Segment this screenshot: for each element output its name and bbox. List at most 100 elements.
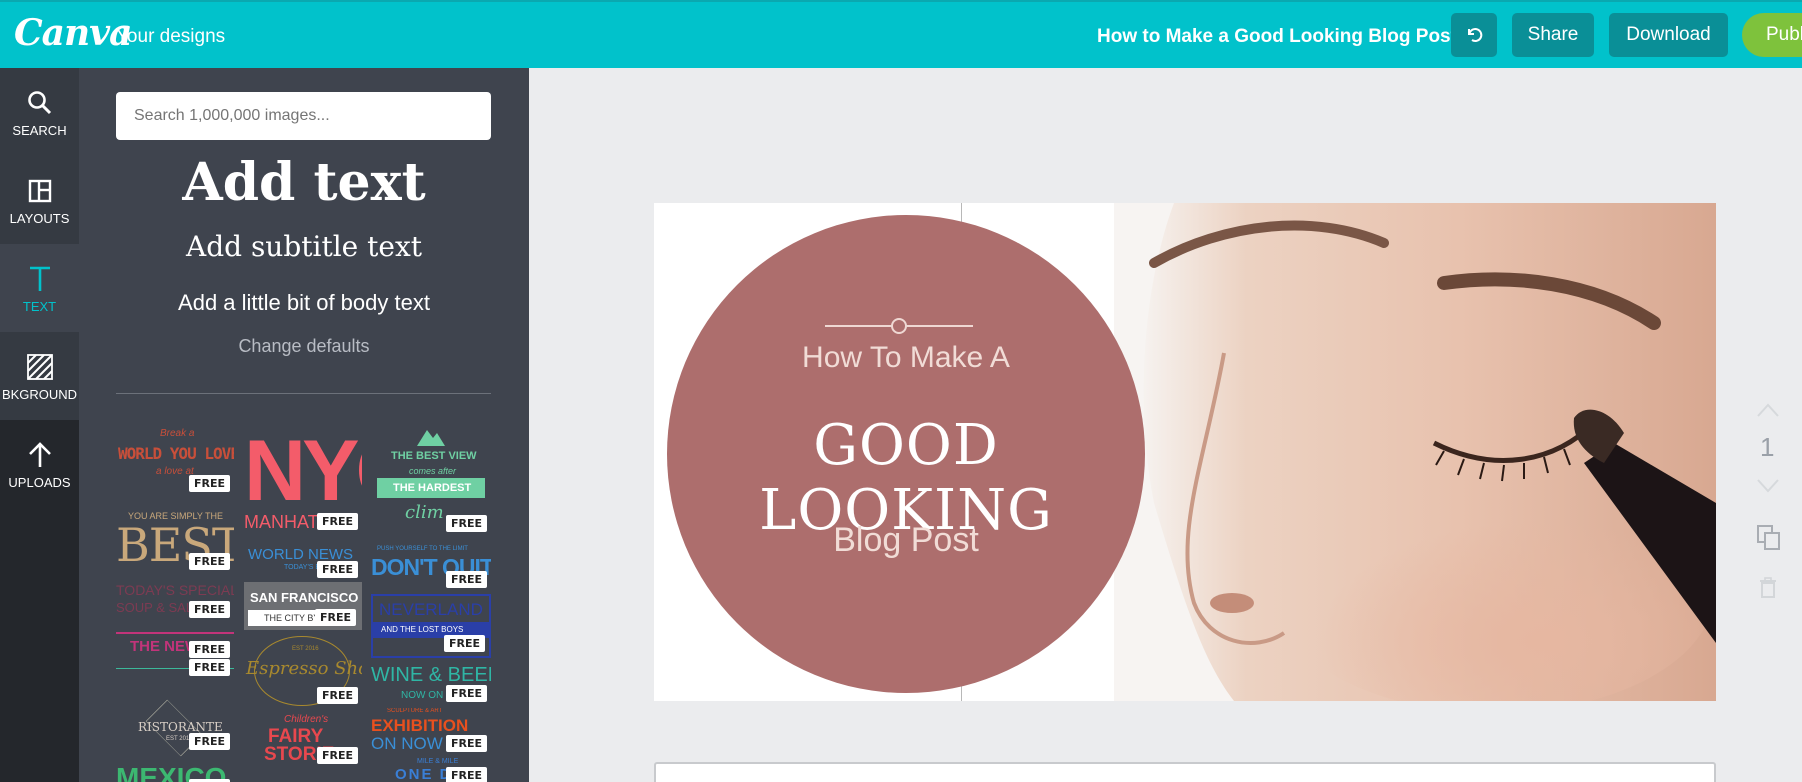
text-template-tile[interactable]: THE NEW FREE FREE: [116, 628, 234, 680]
tile-rule: [116, 632, 234, 634]
tile-text: EXHIBITION: [371, 716, 469, 735]
tile-text: Children's: [284, 714, 329, 725]
tile-text: PUSH YOURSELF TO THE LIMIT: [377, 546, 468, 552]
add-heading-button[interactable]: Add text: [79, 152, 529, 213]
ornament-circle: [891, 318, 907, 334]
rail-item-search[interactable]: SEARCH: [0, 68, 79, 156]
free-badge: FREE: [445, 735, 487, 752]
tile-text: MILE & MILE: [417, 758, 459, 765]
add-body-text-button[interactable]: Add a little bit of body text: [79, 290, 529, 316]
free-badge: FREE: [316, 513, 358, 530]
text-panel: Add text Add subtitle text Add a little …: [79, 68, 529, 782]
canvas-line-1[interactable]: How To Make A: [667, 341, 1145, 375]
background-icon: [26, 353, 53, 380]
text-template-tile[interactable]: THE BEST VIEW comes after THE HARDEST cl…: [371, 424, 491, 536]
text-template-tile[interactable]: Break a WORLD YOU LOVE a love at FREE: [116, 428, 234, 496]
upload-icon: [28, 441, 51, 467]
rail-label-search: SEARCH: [12, 122, 67, 138]
text-template-tile[interactable]: Children's FAIRY STORIE FREE: [244, 714, 362, 782]
rail-label-background: BKGROUND: [1, 386, 78, 402]
free-badge: FREE: [188, 659, 230, 676]
next-page-preview[interactable]: [654, 762, 1716, 782]
text-template-tile[interactable]: SAN FRANCISCO THE CITY BY T FREE: [244, 582, 362, 630]
rail-item-uploads[interactable]: UPLOADS: [0, 420, 79, 508]
tile-text: SAN FRANCISCO: [250, 590, 359, 605]
tile-text: comes after: [409, 466, 457, 476]
page-down-icon[interactable]: [1756, 478, 1780, 494]
document-title[interactable]: How to Make a Good Looking Blog Post: [1097, 26, 1457, 48]
tile-text: TODAY'S SPECIAL: [116, 582, 234, 598]
tile-text: clim: [405, 502, 444, 523]
share-button[interactable]: Share: [1512, 13, 1594, 57]
rail-label-uploads: UPLOADS: [8, 474, 71, 490]
free-badge: FREE: [188, 553, 230, 570]
text-template-tile[interactable]: NYC MANHAT FREE: [244, 428, 362, 534]
text-template-tile[interactable]: WORLD NEWS TODAY'S E FREE: [244, 542, 362, 582]
tile-text: NEVERLAND: [379, 600, 483, 619]
tile-text: Espresso Shot: [246, 658, 362, 679]
copy-page-icon[interactable]: [1756, 524, 1782, 552]
free-badge: FREE: [316, 747, 358, 764]
page-number: 1: [1760, 432, 1775, 462]
top-bar: Canva Your designs How to Make a Good Lo…: [0, 0, 1802, 68]
design-canvas[interactable]: How To Make A GOOD LOOKING Blog Post: [654, 203, 1716, 701]
free-badge: FREE: [445, 767, 487, 782]
tile-text: THE BEST VIEW: [391, 450, 477, 462]
free-badge: FREE: [445, 685, 487, 702]
text-template-tile[interactable]: RISTORANTE EST 2016 FREE MEXICO FREE: [116, 684, 234, 782]
delete-page-icon[interactable]: [1756, 576, 1780, 600]
image-search-input[interactable]: [116, 92, 491, 140]
undo-button[interactable]: [1451, 13, 1497, 57]
rail-item-text[interactable]: TEXT: [0, 244, 79, 332]
free-badge: FREE: [188, 475, 230, 492]
free-badge: FREE: [445, 515, 487, 532]
tile-text: ON NOW: [371, 734, 443, 753]
publish-button[interactable]: Publ: [1742, 13, 1802, 57]
tile-text: MANHAT: [244, 512, 319, 532]
change-defaults-link[interactable]: Change defaults: [79, 336, 529, 357]
text-template-tile[interactable]: PUSH YOURSELF TO THE LIMIT DON'T QUIT FR…: [371, 544, 491, 592]
free-badge: FREE: [188, 733, 230, 750]
search-icon: [27, 90, 51, 114]
free-badge: FREE: [188, 641, 230, 658]
tile-text: WINE & BEER: [371, 664, 491, 686]
download-button[interactable]: Download: [1609, 13, 1728, 57]
rail-label-text: TEXT: [22, 298, 57, 314]
free-badge: FREE: [314, 609, 356, 626]
text-template-tile[interactable]: EST 2016 Espresso Shot FREE: [244, 634, 362, 708]
eye-makeup-photo[interactable]: [1114, 203, 1716, 701]
your-designs-link[interactable]: Your designs: [116, 26, 225, 48]
tile-text: Break a: [160, 428, 195, 439]
add-subtitle-button[interactable]: Add subtitle text: [79, 230, 529, 263]
tile-text: EST 2016: [292, 646, 319, 652]
free-badge: FREE: [443, 635, 485, 652]
text-template-tile[interactable]: YOU ARE SIMPLY THE BEST FREE: [116, 504, 234, 574]
tile-text: NYC: [244, 428, 362, 519]
tile-text: ONE D: [395, 766, 453, 782]
text-template-tile[interactable]: MILE & MILE ONE D FREE: [371, 758, 491, 782]
tile-text: RISTORANTE: [138, 720, 223, 734]
tile-text: AND THE LOST BOYS: [381, 625, 464, 634]
free-badge: FREE: [445, 571, 487, 588]
rail-item-background[interactable]: BKGROUND: [0, 332, 79, 420]
rail-item-layouts[interactable]: LAYOUTS: [0, 156, 79, 244]
side-nav-rail: SEARCH LAYOUTS TEXT BKGROUND UPLOADS: [0, 68, 79, 782]
mountain-icon: [417, 430, 445, 446]
canvas-line-3[interactable]: Blog Post: [667, 521, 1145, 560]
text-template-tile[interactable]: SCULPTURE & ART EXHIBITION ON NOW FREE: [371, 708, 491, 756]
undo-icon: [1468, 28, 1483, 42]
title-circle[interactable]: How To Make A GOOD LOOKING Blog Post: [667, 215, 1145, 693]
text-template-tile[interactable]: NEVERLAND AND THE LOST BOYS FREE: [371, 594, 491, 658]
panel-divider: [116, 393, 491, 394]
free-badge: FREE: [188, 601, 230, 618]
tile-text: WORLD YOU LOVE: [118, 444, 234, 463]
canva-logo[interactable]: Canva: [14, 12, 132, 54]
tile-text: TODAY'S E: [284, 564, 321, 571]
page-up-icon[interactable]: [1756, 402, 1780, 418]
text-template-tile[interactable]: TODAY'S SPECIAL SOUP & SALAD FREE: [116, 578, 234, 622]
text-template-tile[interactable]: WINE & BEER NOW ON SAL FREE: [371, 664, 491, 706]
layouts-icon: [28, 179, 51, 202]
tile-text: THE HARDEST: [393, 482, 472, 494]
text-icon: [29, 266, 50, 291]
free-badge: FREE: [316, 687, 358, 704]
